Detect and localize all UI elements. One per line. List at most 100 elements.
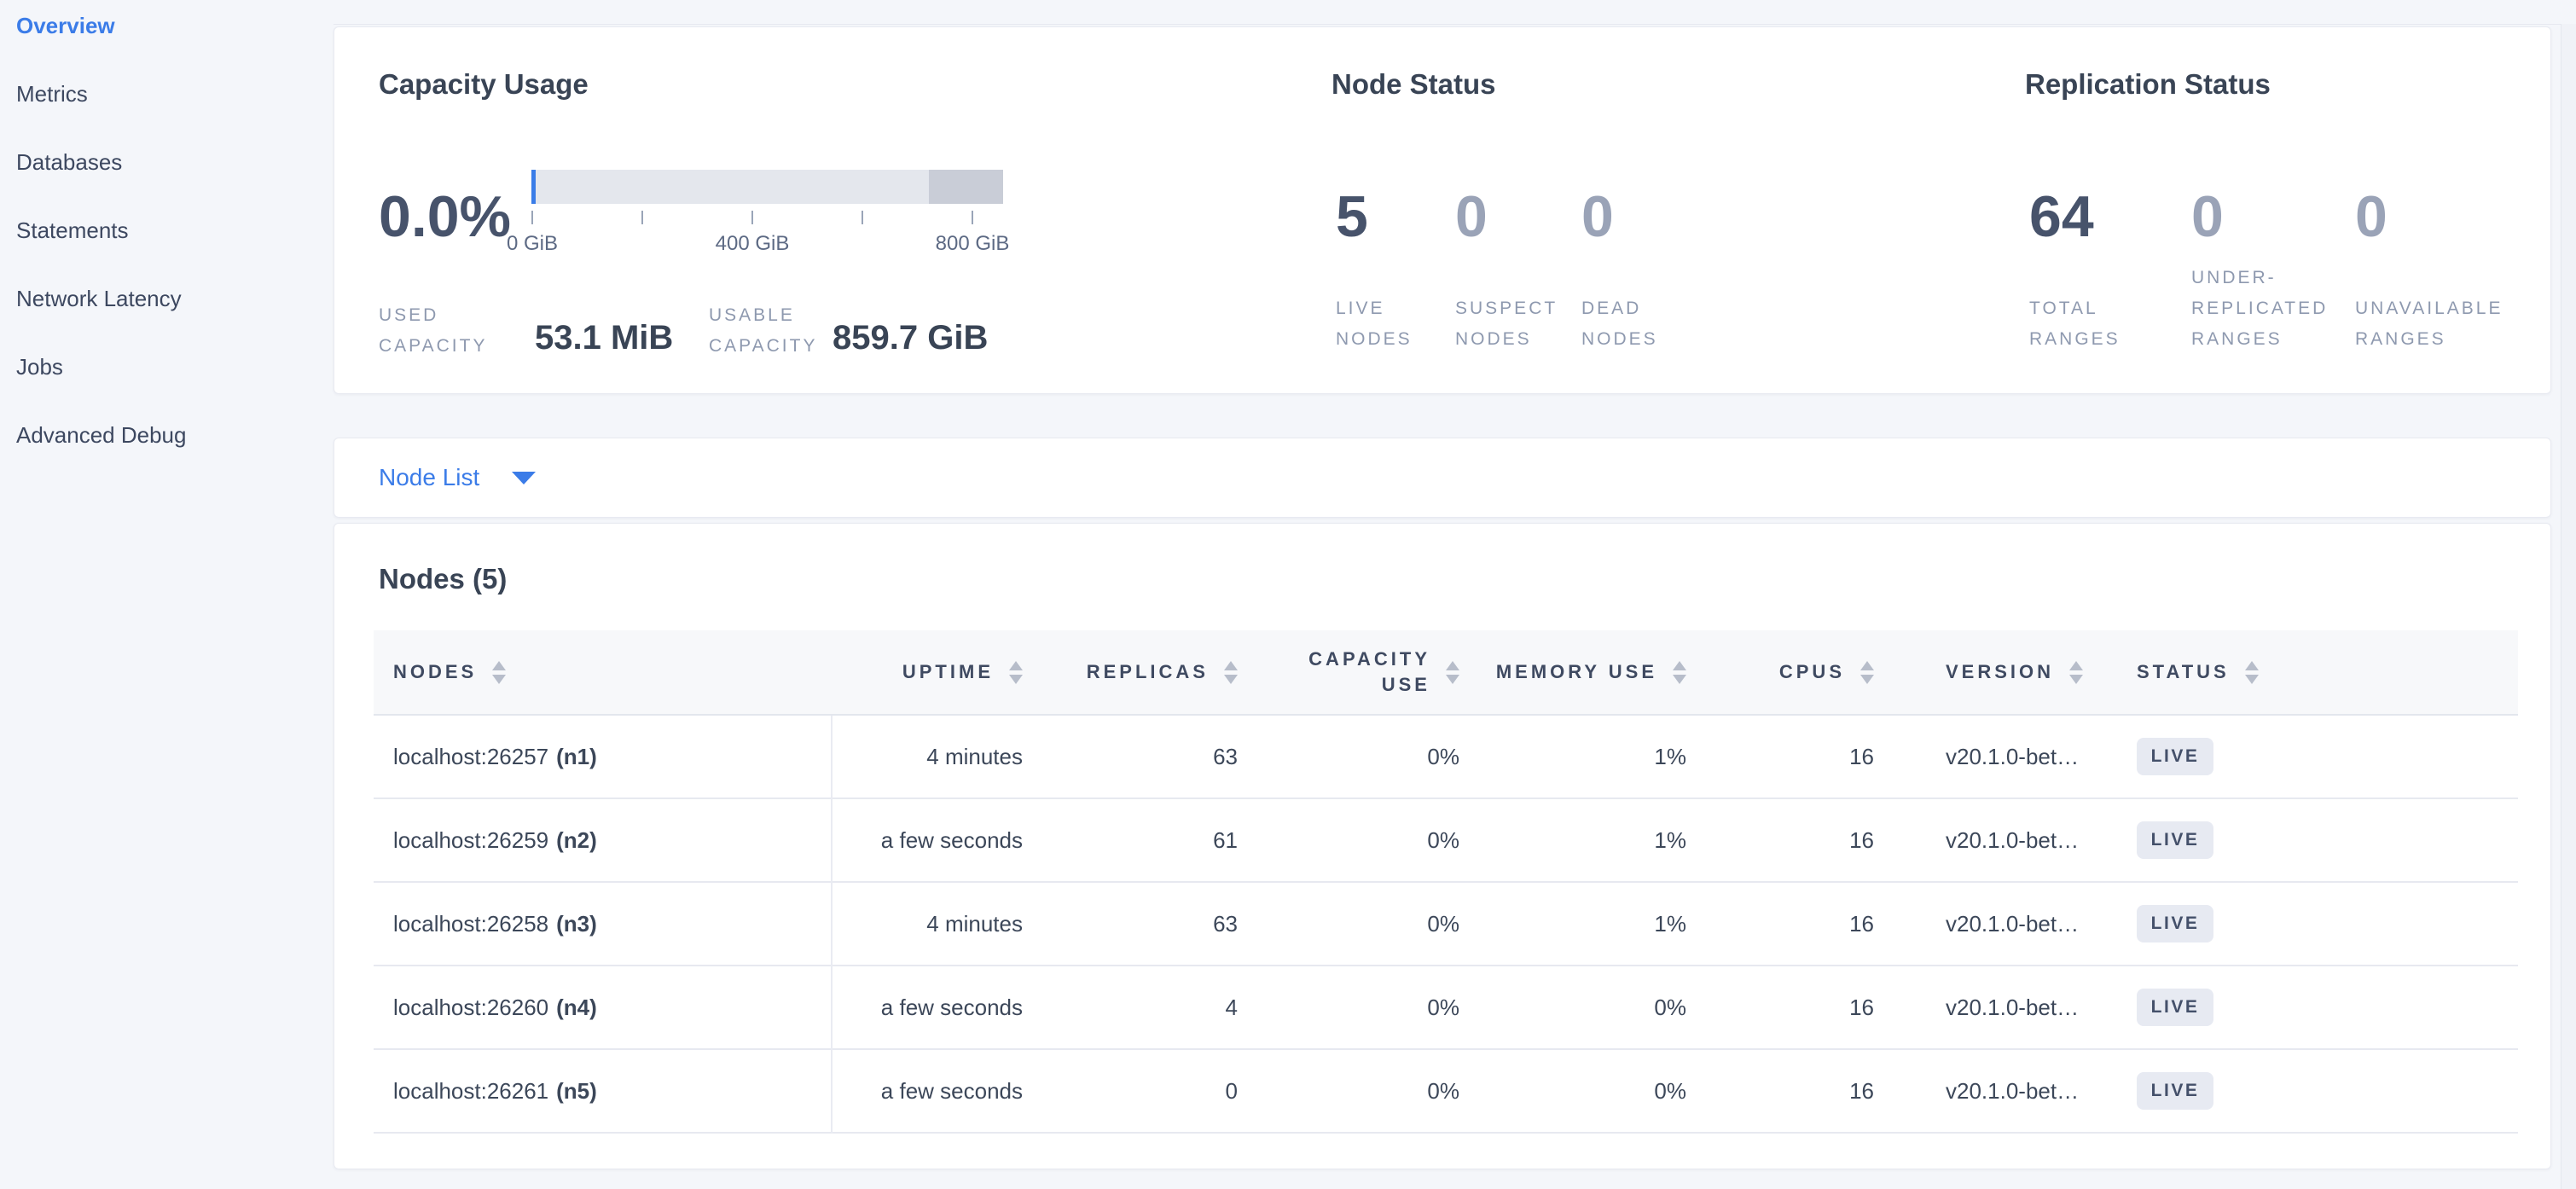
capacity-usage-title: Capacity Usage (379, 68, 589, 101)
sort-icon (2069, 661, 2083, 684)
under-replicated-ranges-count: 0 (2191, 188, 2224, 246)
cpus-cell: 16 (1705, 744, 1885, 770)
table-row: localhost:26258(n3) 4 minutes 63 0% 1% 1… (374, 883, 2518, 966)
cpus-cell: 16 (1705, 911, 1885, 937)
sidebar-item-metrics[interactable]: Metrics (0, 60, 334, 128)
capacity-bar-reserved-segment (929, 170, 1003, 204)
capacity-use-cell: 0% (1255, 1078, 1478, 1105)
usable-capacity-label: USABLE CAPACITY (709, 300, 850, 362)
suspect-nodes-count: 0 (1455, 188, 1488, 246)
sidebar: Overview Metrics Databases Statements Ne… (0, 0, 334, 469)
axis-tick (972, 211, 973, 224)
nodes-table-title: Nodes (5) (379, 563, 507, 595)
node-address-cell[interactable]: localhost:26257(n1) (374, 744, 831, 770)
replicas-cell: 4 (1033, 995, 1255, 1021)
scrollbar-gutter[interactable] (2561, 24, 2576, 1189)
usable-capacity-value: 859.7 GiB (833, 319, 988, 357)
node-status-title: Node Status (1332, 68, 1496, 101)
status-cell: LIVE (2111, 989, 2518, 1026)
axis-tick-label: 800 GiB (921, 232, 1024, 256)
status-cell: LIVE (2111, 821, 2518, 859)
sidebar-item-network-latency[interactable]: Network Latency (0, 264, 334, 333)
status-badge: LIVE (2137, 821, 2213, 859)
node-address-cell[interactable]: localhost:26260(n4) (374, 995, 831, 1021)
table-row: localhost:26257(n1) 4 minutes 63 0% 1% 1… (374, 716, 2518, 799)
sidebar-item-overview[interactable]: Overview (0, 0, 334, 60)
replication-status-title: Replication Status (2025, 68, 2271, 101)
status-cell: LIVE (2111, 738, 2518, 775)
sidebar-item-label: Network Latency (16, 286, 182, 312)
sidebar-item-jobs[interactable]: Jobs (0, 333, 334, 401)
status-badge: LIVE (2137, 905, 2213, 942)
sidebar-item-label: Metrics (16, 81, 88, 107)
sort-icon (1009, 661, 1023, 684)
memory-use-cell: 0% (1478, 1078, 1705, 1105)
chevron-down-icon (512, 472, 536, 484)
replicas-cell: 0 (1033, 1078, 1255, 1105)
live-nodes-count: 5 (1336, 188, 1368, 246)
unavailable-ranges-count: 0 (2355, 188, 2387, 246)
table-row: localhost:26259(n2) a few seconds 61 0% … (374, 799, 2518, 883)
sidebar-item-statements[interactable]: Statements (0, 196, 334, 264)
status-badge: LIVE (2137, 1072, 2213, 1110)
cpus-cell: 16 (1705, 995, 1885, 1021)
capacity-use-cell: 0% (1255, 827, 1478, 854)
table-row: localhost:26260(n4) a few seconds 4 0% 0… (374, 966, 2518, 1050)
capacity-bar-used-segment (531, 170, 536, 204)
memory-use-cell: 1% (1478, 744, 1705, 770)
total-ranges-label: TOTAL RANGES (2029, 252, 2149, 355)
view-selector-panel: Node List (334, 438, 2551, 518)
sidebar-item-label: Databases (16, 149, 122, 176)
node-address-cell[interactable]: localhost:26259(n2) (374, 827, 831, 854)
axis-tick (862, 211, 863, 224)
replicas-cell: 61 (1033, 827, 1255, 854)
sidebar-item-label: Overview (16, 13, 115, 39)
column-header-uptime[interactable]: UPTIME (831, 630, 1033, 714)
nodes-table-panel: Nodes (5) NODES UPTIME REPLICAS CAPACITY… (334, 523, 2551, 1169)
total-ranges-count: 64 (2029, 188, 2094, 246)
cpus-cell: 16 (1705, 827, 1885, 854)
column-header-nodes[interactable]: NODES (374, 630, 831, 714)
column-header-cpus[interactable]: CPUS (1705, 630, 1885, 714)
column-header-capacity-use[interactable]: CAPACITY USE (1255, 630, 1478, 714)
table-header-row: NODES UPTIME REPLICAS CAPACITY USE MEMOR… (374, 630, 2518, 716)
memory-use-cell: 1% (1478, 911, 1705, 937)
memory-use-cell: 0% (1478, 995, 1705, 1021)
status-badge: LIVE (2137, 738, 2213, 775)
sidebar-item-label: Advanced Debug (16, 422, 186, 449)
replicas-cell: 63 (1033, 911, 1255, 937)
sidebar-item-databases[interactable]: Databases (0, 128, 334, 196)
memory-use-cell: 1% (1478, 827, 1705, 854)
nodes-table: NODES UPTIME REPLICAS CAPACITY USE MEMOR… (374, 630, 2518, 1134)
version-cell: v20.1.0-bet… (1885, 744, 2111, 770)
column-header-version[interactable]: VERSION (1885, 630, 2111, 714)
axis-tick (751, 211, 753, 224)
axis-tick (531, 211, 533, 224)
node-list-dropdown[interactable]: Node List (334, 464, 536, 491)
version-cell: v20.1.0-bet… (1885, 1078, 2111, 1105)
capacity-use-cell: 0% (1255, 911, 1478, 937)
sidebar-item-advanced-debug[interactable]: Advanced Debug (0, 401, 334, 469)
sort-icon (2245, 661, 2259, 684)
version-cell: v20.1.0-bet… (1885, 995, 2111, 1021)
used-capacity-label: USED CAPACITY (379, 300, 519, 362)
sort-icon (1446, 661, 1459, 684)
cluster-summary-panel: Capacity Usage 0.0% 0 GiB 400 GiB 800 Gi… (334, 26, 2551, 394)
column-header-status[interactable]: STATUS (2111, 630, 2518, 714)
content-top-divider (334, 24, 2576, 25)
version-cell: v20.1.0-bet… (1885, 911, 2111, 937)
status-cell: LIVE (2111, 905, 2518, 942)
replicas-cell: 63 (1033, 744, 1255, 770)
status-badge: LIVE (2137, 989, 2213, 1026)
column-header-memory-use[interactable]: MEMORY USE (1478, 630, 1705, 714)
capacity-bar-chart (531, 170, 1003, 204)
axis-tick-label: 0 GiB (481, 232, 583, 256)
node-address-cell[interactable]: localhost:26261(n5) (374, 1078, 831, 1105)
node-address-cell[interactable]: localhost:26258(n3) (374, 911, 831, 937)
axis-tick-label: 400 GiB (701, 232, 804, 256)
column-header-replicas[interactable]: REPLICAS (1033, 630, 1255, 714)
sidebar-item-label: Jobs (16, 354, 63, 380)
node-list-dropdown-label: Node List (379, 464, 479, 491)
version-cell: v20.1.0-bet… (1885, 827, 2111, 854)
under-replicated-ranges-label: UNDER-REPLICATED RANGES (2191, 252, 2366, 355)
